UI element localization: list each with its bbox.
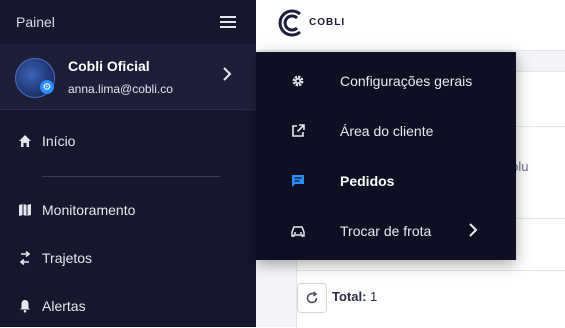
chat-icon <box>292 175 304 187</box>
profile-card[interactable]: ⚙ Cobli Oficial anna.lima@cobli.co <box>0 44 256 109</box>
sidebar-header: Painel <box>0 0 256 44</box>
route-icon <box>19 251 31 265</box>
brand-name: COBLI <box>309 17 346 28</box>
sidebar-item-inicio[interactable]: Início <box>0 123 256 159</box>
map-icon <box>19 204 31 216</box>
menu-toggle-icon[interactable] <box>220 16 236 28</box>
sidebar-title: Painel <box>16 14 55 30</box>
refresh-button[interactable] <box>297 283 327 313</box>
sidebar-item-trajetos[interactable]: Trajetos <box>0 240 256 276</box>
menu-item-label: Configurações gerais <box>340 73 473 89</box>
total-value: 1 <box>370 289 378 304</box>
total-label: Total: <box>332 289 367 304</box>
sidebar-item-label: Alertas <box>42 298 86 314</box>
sidebar: Painel ⚙ Cobli Oficial anna.lima@cobli.c… <box>0 0 256 327</box>
sidebar-item-monitoramento[interactable]: Monitoramento <box>0 192 256 228</box>
refresh-icon <box>306 291 318 304</box>
divider <box>297 270 565 271</box>
menu-item-pedidos[interactable]: Pedidos <box>256 156 516 204</box>
sidebar-item-alertas[interactable]: Alertas <box>0 288 256 324</box>
chevron-right-icon <box>469 223 478 237</box>
car-icon <box>291 226 305 237</box>
cobli-logo-icon[interactable] <box>276 8 306 38</box>
divider <box>42 176 220 177</box>
sidebar-item-label: Monitoramento <box>42 202 136 218</box>
gear-icon <box>292 75 304 87</box>
settings-badge-icon: ⚙ <box>40 80 54 94</box>
menu-item-trocar-de-frota[interactable]: Trocar de frota <box>256 206 516 254</box>
sidebar-item-label: Trajetos <box>42 250 93 266</box>
profile-name: Cobli Oficial <box>68 58 150 74</box>
divider <box>0 109 256 110</box>
chevron-right-icon <box>223 67 232 81</box>
bell-icon <box>20 300 30 313</box>
profile-email: anna.lima@cobli.co <box>68 82 173 96</box>
sidebar-item-label: Início <box>42 133 76 149</box>
menu-item-configuracoes-gerais[interactable]: Configurações gerais <box>256 56 516 104</box>
external-link-icon <box>292 124 305 137</box>
home-icon <box>19 135 31 147</box>
top-bar: COBLI <box>256 0 565 51</box>
menu-item-area-do-cliente[interactable]: Área do cliente <box>256 106 516 154</box>
menu-item-label: Pedidos <box>340 173 395 189</box>
menu-item-label: Área do cliente <box>340 123 434 139</box>
menu-item-label: Trocar de frota <box>340 223 432 239</box>
account-dropdown-menu: Configurações gerais Área do cliente Ped… <box>256 52 516 260</box>
